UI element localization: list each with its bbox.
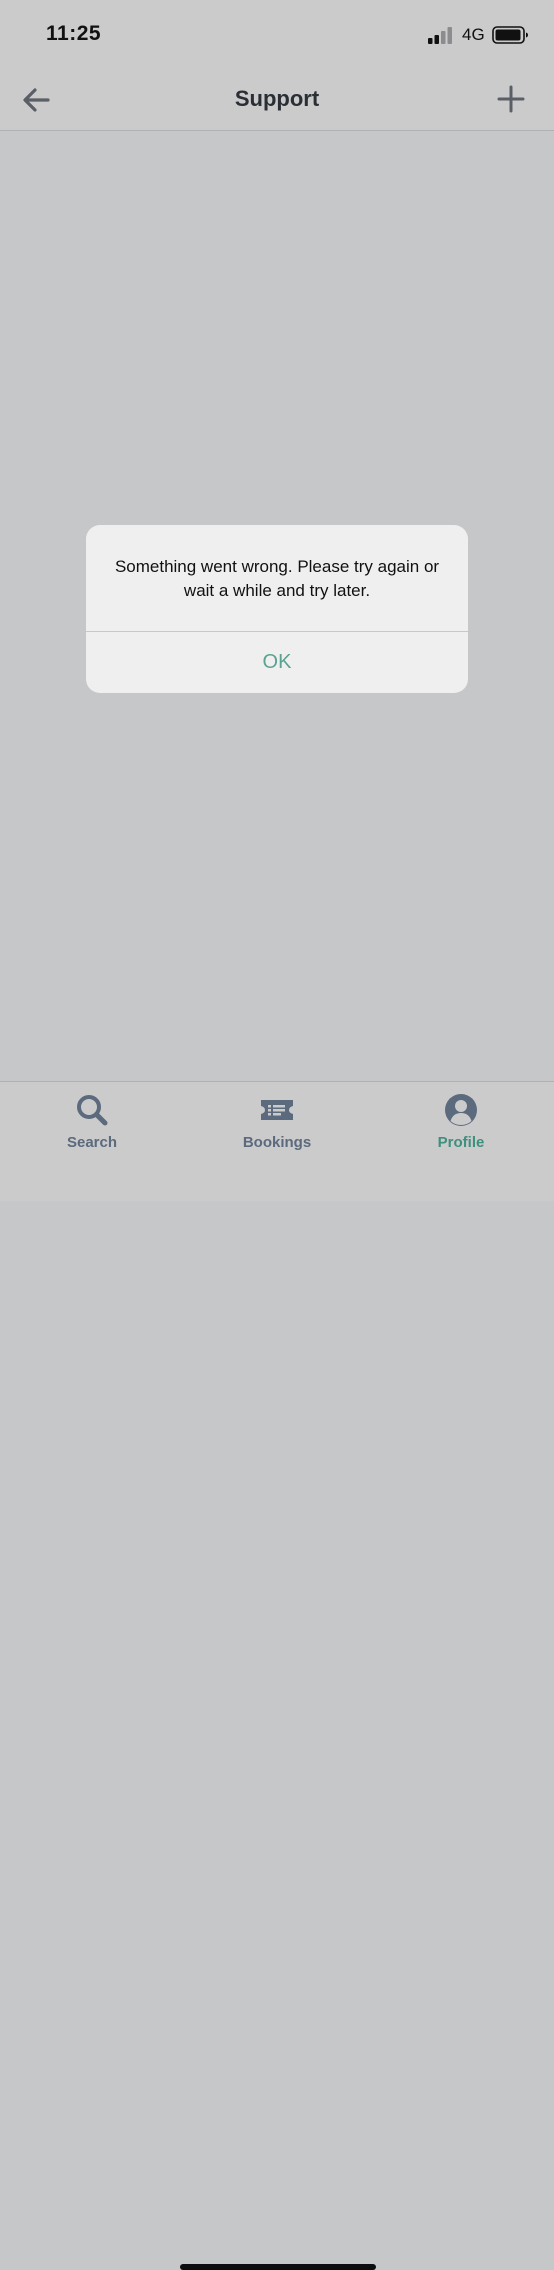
home-indicator[interactable] bbox=[180, 2264, 376, 2270]
tab-profile[interactable]: Profile bbox=[391, 1092, 531, 1154]
status-time: 11:25 bbox=[46, 22, 102, 45]
tab-label-profile: Profile bbox=[437, 1134, 485, 1151]
network-type: 4G bbox=[462, 25, 485, 44]
status-bar: 11:25 4G bbox=[0, 0, 554, 70]
tab-search[interactable]: Search bbox=[22, 1092, 162, 1154]
error-alert-dialog: Something went wrong. Please try again o… bbox=[86, 525, 468, 693]
tab-label-search: Search bbox=[66, 1134, 118, 1151]
add-button[interactable] bbox=[494, 82, 528, 116]
plus-icon bbox=[497, 85, 525, 113]
search-icon bbox=[77, 1095, 108, 1126]
tab-label-bookings: Bookings bbox=[242, 1134, 312, 1151]
profile-icon bbox=[445, 1094, 477, 1126]
alert-message: Something went wrong. Please try again o… bbox=[114, 557, 440, 600]
tab-bookings[interactable]: Bookings bbox=[207, 1092, 347, 1154]
signal-bars-icon bbox=[428, 27, 452, 44]
ok-button[interactable]: OK bbox=[86, 632, 468, 693]
navigation-bar: Support bbox=[0, 70, 554, 131]
page-title: Support bbox=[234, 86, 320, 111]
battery-icon bbox=[492, 26, 528, 44]
tab-bar: Search Bookings Profile bbox=[0, 1081, 554, 2270]
ticket-icon bbox=[261, 1100, 293, 1120]
